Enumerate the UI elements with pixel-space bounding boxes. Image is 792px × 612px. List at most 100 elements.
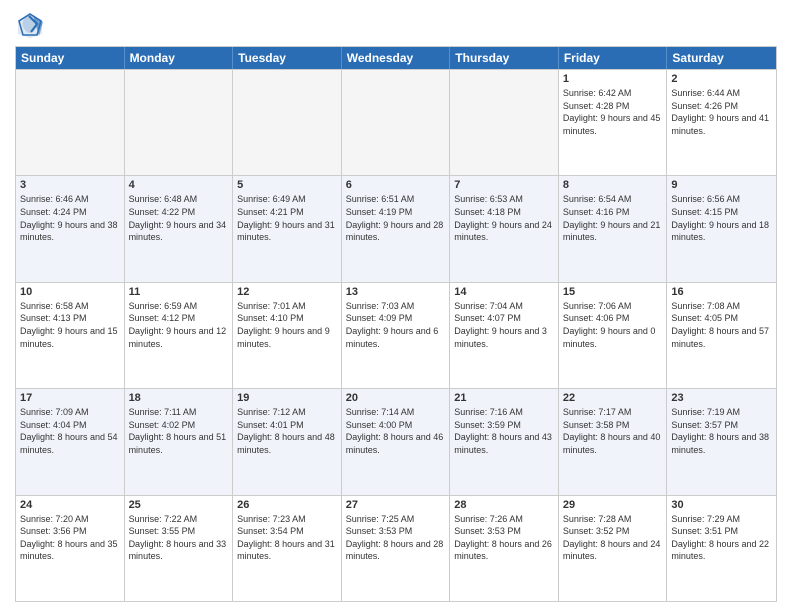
- day-info: Sunrise: 7:01 AM Sunset: 4:10 PM Dayligh…: [237, 300, 337, 350]
- day-number: 15: [563, 286, 663, 298]
- day-number: 17: [20, 392, 120, 404]
- day-cell-26: 26 Sunrise: 7:23 AM Sunset: 3:54 PM Dayli…: [233, 496, 342, 601]
- day-cell-11: 11 Sunrise: 6:59 AM Sunset: 4:12 PM Dayli…: [125, 283, 234, 388]
- day-number: 21: [454, 392, 554, 404]
- empty-cell: [450, 70, 559, 175]
- calendar-row-0: 1 Sunrise: 6:42 AM Sunset: 4:28 PM Daylig…: [16, 69, 776, 175]
- empty-cell: [16, 70, 125, 175]
- day-info: Sunrise: 7:26 AM Sunset: 3:53 PM Dayligh…: [454, 513, 554, 563]
- calendar-row-3: 17 Sunrise: 7:09 AM Sunset: 4:04 PM Dayli…: [16, 388, 776, 494]
- day-cell-6: 6Sunrise: 6:51 AM Sunset: 4:19 PM Daylig…: [342, 176, 451, 281]
- day-cell-4: 4Sunrise: 6:48 AM Sunset: 4:22 PM Daylig…: [125, 176, 234, 281]
- day-cell-9: 9 Sunrise: 6:56 AM Sunset: 4:15 PM Daylig…: [667, 176, 776, 281]
- day-info: Sunrise: 6:56 AM Sunset: 4:15 PM Dayligh…: [671, 193, 772, 243]
- header-cell-wednesday: Wednesday: [342, 47, 451, 69]
- day-number: 27: [346, 499, 446, 511]
- day-info: Sunrise: 7:29 AM Sunset: 3:51 PM Dayligh…: [671, 513, 772, 563]
- day-info: Sunrise: 7:08 AM Sunset: 4:05 PM Dayligh…: [671, 300, 772, 350]
- day-info: Sunrise: 7:22 AM Sunset: 3:55 PM Dayligh…: [129, 513, 229, 563]
- logo-icon: [15, 10, 45, 40]
- header-cell-sunday: Sunday: [16, 47, 125, 69]
- day-info: Sunrise: 7:04 AM Sunset: 4:07 PM Dayligh…: [454, 300, 554, 350]
- day-info: Sunrise: 6:54 AM Sunset: 4:16 PM Dayligh…: [563, 193, 663, 243]
- day-number: 10: [20, 286, 120, 298]
- day-number: 20: [346, 392, 446, 404]
- day-cell-17: 17 Sunrise: 7:09 AM Sunset: 4:04 PM Dayli…: [16, 389, 125, 494]
- day-info: Sunrise: 6:46 AM Sunset: 4:24 PM Dayligh…: [20, 193, 120, 243]
- day-cell-13: 13 Sunrise: 7:03 AM Sunset: 4:09 PM Dayli…: [342, 283, 451, 388]
- day-cell-22: 22 Sunrise: 7:17 AM Sunset: 3:58 PM Dayli…: [559, 389, 668, 494]
- header-cell-friday: Friday: [559, 47, 668, 69]
- day-info: Sunrise: 7:25 AM Sunset: 3:53 PM Dayligh…: [346, 513, 446, 563]
- day-number: 8: [563, 179, 663, 191]
- day-number: 6: [346, 179, 446, 191]
- day-info: Sunrise: 6:59 AM Sunset: 4:12 PM Dayligh…: [129, 300, 229, 350]
- day-number: 22: [563, 392, 663, 404]
- day-number: 9: [671, 179, 772, 191]
- day-info: Sunrise: 7:11 AM Sunset: 4:02 PM Dayligh…: [129, 406, 229, 456]
- day-cell-20: 20 Sunrise: 7:14 AM Sunset: 4:00 PM Dayli…: [342, 389, 451, 494]
- day-info: Sunrise: 7:12 AM Sunset: 4:01 PM Dayligh…: [237, 406, 337, 456]
- day-number: 5: [237, 179, 337, 191]
- day-cell-25: 25 Sunrise: 7:22 AM Sunset: 3:55 PM Dayli…: [125, 496, 234, 601]
- day-info: Sunrise: 7:17 AM Sunset: 3:58 PM Dayligh…: [563, 406, 663, 456]
- day-cell-29: 29 Sunrise: 7:28 AM Sunset: 3:52 PM Dayli…: [559, 496, 668, 601]
- day-cell-8: 8 Sunrise: 6:54 AM Sunset: 4:16 PM Daylig…: [559, 176, 668, 281]
- day-cell-7: 7 Sunrise: 6:53 AM Sunset: 4:18 PM Daylig…: [450, 176, 559, 281]
- day-number: 24: [20, 499, 120, 511]
- day-info: Sunrise: 7:09 AM Sunset: 4:04 PM Dayligh…: [20, 406, 120, 456]
- day-info: Sunrise: 7:23 AM Sunset: 3:54 PM Dayligh…: [237, 513, 337, 563]
- day-cell-24: 24 Sunrise: 7:20 AM Sunset: 3:56 PM Dayli…: [16, 496, 125, 601]
- day-number: 2: [671, 73, 772, 85]
- day-number: 28: [454, 499, 554, 511]
- day-number: 29: [563, 499, 663, 511]
- empty-cell: [233, 70, 342, 175]
- day-info: Sunrise: 7:14 AM Sunset: 4:00 PM Dayligh…: [346, 406, 446, 456]
- day-info: Sunrise: 6:44 AM Sunset: 4:26 PM Dayligh…: [671, 87, 772, 137]
- day-cell-10: 10 Sunrise: 6:58 AM Sunset: 4:13 PM Dayli…: [16, 283, 125, 388]
- header-cell-monday: Monday: [125, 47, 234, 69]
- day-number: 25: [129, 499, 229, 511]
- calendar-body: 1 Sunrise: 6:42 AM Sunset: 4:28 PM Daylig…: [16, 69, 776, 601]
- day-info: Sunrise: 6:49 AM Sunset: 4:21 PM Dayligh…: [237, 193, 337, 243]
- header-cell-saturday: Saturday: [667, 47, 776, 69]
- day-cell-28: 28 Sunrise: 7:26 AM Sunset: 3:53 PM Dayli…: [450, 496, 559, 601]
- header-cell-thursday: Thursday: [450, 47, 559, 69]
- day-cell-23: 23Sunrise: 7:19 AM Sunset: 3:57 PM Dayli…: [667, 389, 776, 494]
- day-number: 12: [237, 286, 337, 298]
- day-info: Sunrise: 7:16 AM Sunset: 3:59 PM Dayligh…: [454, 406, 554, 456]
- calendar-row-4: 24 Sunrise: 7:20 AM Sunset: 3:56 PM Dayli…: [16, 495, 776, 601]
- day-cell-3: 3Sunrise: 6:46 AM Sunset: 4:24 PM Daylig…: [16, 176, 125, 281]
- day-info: Sunrise: 6:58 AM Sunset: 4:13 PM Dayligh…: [20, 300, 120, 350]
- calendar-header: SundayMondayTuesdayWednesdayThursdayFrid…: [16, 47, 776, 69]
- day-number: 11: [129, 286, 229, 298]
- header-cell-tuesday: Tuesday: [233, 47, 342, 69]
- calendar-row-2: 10 Sunrise: 6:58 AM Sunset: 4:13 PM Dayli…: [16, 282, 776, 388]
- day-number: 1: [563, 73, 663, 85]
- day-cell-15: 15 Sunrise: 7:06 AM Sunset: 4:06 PM Dayli…: [559, 283, 668, 388]
- day-number: 7: [454, 179, 554, 191]
- day-info: Sunrise: 7:20 AM Sunset: 3:56 PM Dayligh…: [20, 513, 120, 563]
- day-number: 13: [346, 286, 446, 298]
- day-info: Sunrise: 7:03 AM Sunset: 4:09 PM Dayligh…: [346, 300, 446, 350]
- day-cell-1: 1 Sunrise: 6:42 AM Sunset: 4:28 PM Daylig…: [559, 70, 668, 175]
- header-area: [15, 10, 777, 40]
- day-cell-30: 30Sunrise: 7:29 AM Sunset: 3:51 PM Dayli…: [667, 496, 776, 601]
- day-number: 19: [237, 392, 337, 404]
- day-info: Sunrise: 7:28 AM Sunset: 3:52 PM Dayligh…: [563, 513, 663, 563]
- day-cell-21: 21 Sunrise: 7:16 AM Sunset: 3:59 PM Dayli…: [450, 389, 559, 494]
- day-cell-12: 12 Sunrise: 7:01 AM Sunset: 4:10 PM Dayli…: [233, 283, 342, 388]
- day-number: 26: [237, 499, 337, 511]
- logo: [15, 10, 49, 40]
- calendar-row-1: 3Sunrise: 6:46 AM Sunset: 4:24 PM Daylig…: [16, 175, 776, 281]
- day-cell-5: 5 Sunrise: 6:49 AM Sunset: 4:21 PM Daylig…: [233, 176, 342, 281]
- day-number: 4: [129, 179, 229, 191]
- day-info: Sunrise: 6:42 AM Sunset: 4:28 PM Dayligh…: [563, 87, 663, 137]
- day-number: 18: [129, 392, 229, 404]
- day-number: 16: [671, 286, 772, 298]
- day-cell-16: 16 Sunrise: 7:08 AM Sunset: 4:05 PM Dayli…: [667, 283, 776, 388]
- day-info: Sunrise: 6:53 AM Sunset: 4:18 PM Dayligh…: [454, 193, 554, 243]
- day-cell-14: 14Sunrise: 7:04 AM Sunset: 4:07 PM Dayli…: [450, 283, 559, 388]
- day-info: Sunrise: 7:06 AM Sunset: 4:06 PM Dayligh…: [563, 300, 663, 350]
- empty-cell: [342, 70, 451, 175]
